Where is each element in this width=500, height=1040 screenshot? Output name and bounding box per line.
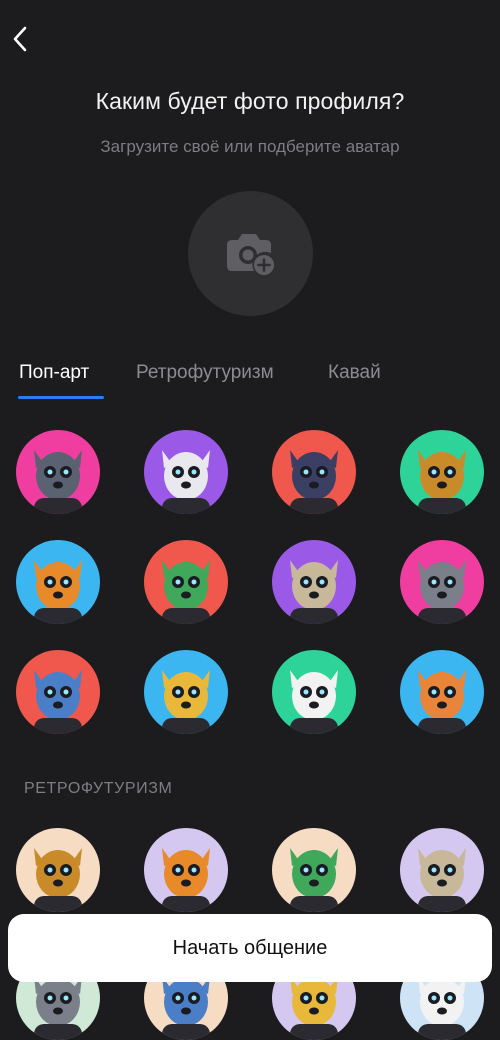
tab-kawaii[interactable]: Кавай — [328, 362, 381, 384]
popart-avatar-rabbit[interactable] — [144, 430, 228, 514]
upload-photo-button[interactable] — [188, 191, 313, 316]
avatar-image — [16, 828, 100, 912]
page-title: Каким будет фото профиля? — [95, 88, 405, 114]
active-tab-indicator — [18, 396, 104, 399]
popart-avatar-giraffe[interactable] — [144, 650, 228, 734]
popart-avatar-cat[interactable] — [16, 430, 100, 514]
avatar-image — [144, 430, 228, 514]
avatar-image — [16, 650, 100, 734]
chevron-left-icon — [13, 26, 27, 52]
popart-avatar-wolf[interactable] — [16, 650, 100, 734]
popart-avatar-eagle[interactable] — [272, 650, 356, 734]
popart-avatar-dragon[interactable] — [144, 540, 228, 624]
section-label-retrofuturism: РЕТРОФУТУРИЗМ — [24, 780, 173, 797]
avatar-image — [144, 540, 228, 624]
avatar-image — [400, 650, 484, 734]
avatar-image — [272, 430, 356, 514]
popart-avatar-raccoon[interactable] — [400, 540, 484, 624]
avatar-image — [272, 828, 356, 912]
avatar-image — [144, 828, 228, 912]
retro-avatar-bear-hat[interactable] — [272, 828, 356, 912]
retro-avatar-octopus[interactable] — [144, 828, 228, 912]
popart-avatar-owl[interactable] — [400, 430, 484, 514]
avatar-image — [272, 650, 356, 734]
avatar-image — [272, 540, 356, 624]
avatar-image — [144, 650, 228, 734]
avatar-image — [400, 540, 484, 624]
avatar-image — [16, 540, 100, 624]
avatar-image — [400, 828, 484, 912]
popart-avatar-tiger[interactable] — [16, 540, 100, 624]
tab-retrofuturism[interactable]: Ретрофутуризм — [136, 362, 274, 384]
back-button[interactable] — [6, 22, 34, 56]
popart-avatar-bear[interactable] — [272, 430, 356, 514]
popart-avatar-pug[interactable] — [272, 540, 356, 624]
avatar-image — [16, 430, 100, 514]
retro-avatar-lion[interactable] — [16, 828, 100, 912]
style-tabs: Поп-арт Ретрофутуризм Кавай — [0, 362, 500, 402]
tab-pop-art[interactable]: Поп-арт — [19, 362, 89, 384]
avatar-image — [400, 430, 484, 514]
popart-avatar-fox[interactable] — [400, 650, 484, 734]
retro-avatar-panther[interactable] — [400, 828, 484, 912]
camera-plus-icon — [226, 233, 274, 275]
start-chat-button[interactable]: Начать общение — [8, 914, 492, 982]
page-subtitle: Загрузите своё или подберите аватар — [100, 137, 400, 156]
